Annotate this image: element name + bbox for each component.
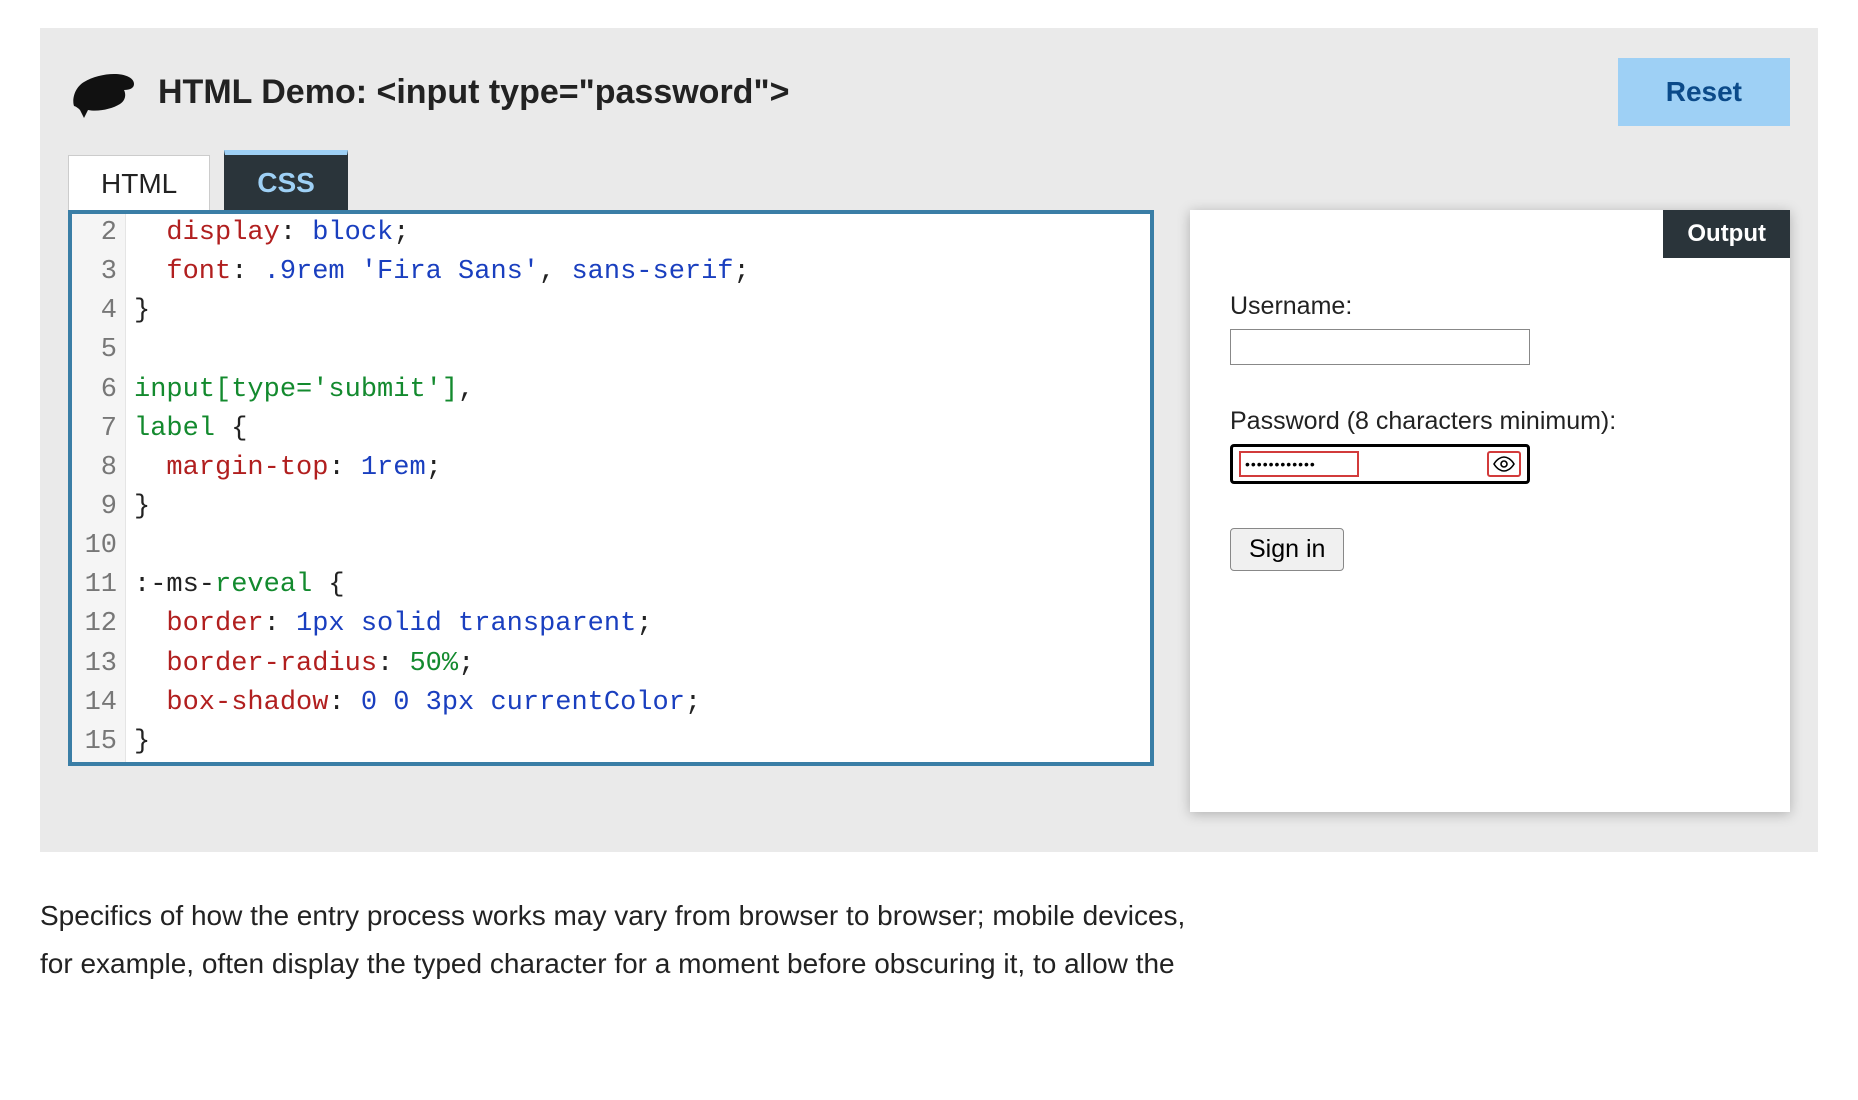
tab-css[interactable]: CSS	[224, 150, 348, 210]
tab-html[interactable]: HTML	[68, 155, 210, 210]
code-content: }	[126, 723, 150, 762]
code-content: }	[126, 488, 150, 527]
line-number: 10	[72, 527, 126, 566]
code-content: border: 1px solid transparent;	[126, 605, 653, 644]
code-content: :-ms-reveal {	[126, 566, 345, 605]
dino-logo-icon	[68, 66, 140, 118]
demo-panel: HTML Demo: <input type="password"> Reset…	[40, 28, 1818, 852]
username-input[interactable]	[1230, 329, 1530, 365]
reset-button[interactable]: Reset	[1618, 58, 1790, 126]
code-content: label {	[126, 410, 247, 449]
code-content: }	[126, 292, 150, 331]
code-line: 9}	[72, 488, 1150, 527]
code-content: font: .9rem 'Fira Sans', sans-serif;	[126, 253, 750, 292]
line-number: 3	[72, 253, 126, 292]
line-number: 13	[72, 645, 126, 684]
password-mask: ••••••••••••	[1245, 456, 1316, 472]
code-content	[126, 331, 150, 370]
username-label: Username:	[1230, 292, 1750, 321]
line-number: 7	[72, 410, 126, 449]
editor-tabs: HTML CSS	[68, 154, 1154, 210]
password-text: ••••••••••••	[1239, 451, 1359, 477]
code-line: 14 box-shadow: 0 0 3px currentColor;	[72, 684, 1150, 723]
signin-button[interactable]: Sign in	[1230, 528, 1344, 571]
code-line: 15}	[72, 723, 1150, 762]
code-line: 8 margin-top: 1rem;	[72, 449, 1150, 488]
code-line: 7label {	[72, 410, 1150, 449]
code-line: 10	[72, 527, 1150, 566]
article-paragraph: Specifics of how the entry process works…	[40, 892, 1280, 987]
line-number: 15	[72, 723, 126, 762]
line-number: 6	[72, 371, 126, 410]
line-number: 14	[72, 684, 126, 723]
code-content: border-radius: 50%;	[126, 645, 474, 684]
line-number: 4	[72, 292, 126, 331]
code-line: 5	[72, 331, 1150, 370]
code-content: display: block;	[126, 214, 409, 253]
line-number: 9	[72, 488, 126, 527]
code-line: 4}	[72, 292, 1150, 331]
code-line: 2 display: block;	[72, 214, 1150, 253]
code-editor-area: HTML CSS 2 display: block;3 font: .9rem …	[68, 154, 1154, 812]
demo-title: HTML Demo: <input type="password">	[158, 73, 1618, 112]
line-number: 11	[72, 566, 126, 605]
code-line: 12 border: 1px solid transparent;	[72, 605, 1150, 644]
article-line-2: for example, often display the typed cha…	[40, 940, 1280, 988]
reveal-password-icon[interactable]	[1487, 451, 1521, 477]
line-number: 2	[72, 214, 126, 253]
code-line: 3 font: .9rem 'Fira Sans', sans-serif;	[72, 253, 1150, 292]
password-label: Password (8 characters minimum):	[1230, 407, 1750, 436]
demo-header: HTML Demo: <input type="password"> Reset	[68, 58, 1790, 126]
code-content: input[type='submit'],	[126, 371, 474, 410]
code-line: 11:-ms-reveal {	[72, 566, 1150, 605]
article-line-1: Specifics of how the entry process works…	[40, 892, 1280, 940]
code-line: 13 border-radius: 50%;	[72, 645, 1150, 684]
code-editor[interactable]: 2 display: block;3 font: .9rem 'Fira San…	[68, 210, 1154, 766]
code-content: box-shadow: 0 0 3px currentColor;	[126, 684, 701, 723]
line-number: 12	[72, 605, 126, 644]
line-number: 8	[72, 449, 126, 488]
password-input[interactable]: ••••••••••••	[1230, 444, 1530, 484]
code-content	[126, 527, 150, 566]
code-line: 6input[type='submit'],	[72, 371, 1150, 410]
line-number: 5	[72, 331, 126, 370]
code-content: margin-top: 1rem;	[126, 449, 442, 488]
output-panel: Output Username: Password (8 characters …	[1190, 210, 1790, 812]
output-panel-label: Output	[1663, 210, 1790, 258]
